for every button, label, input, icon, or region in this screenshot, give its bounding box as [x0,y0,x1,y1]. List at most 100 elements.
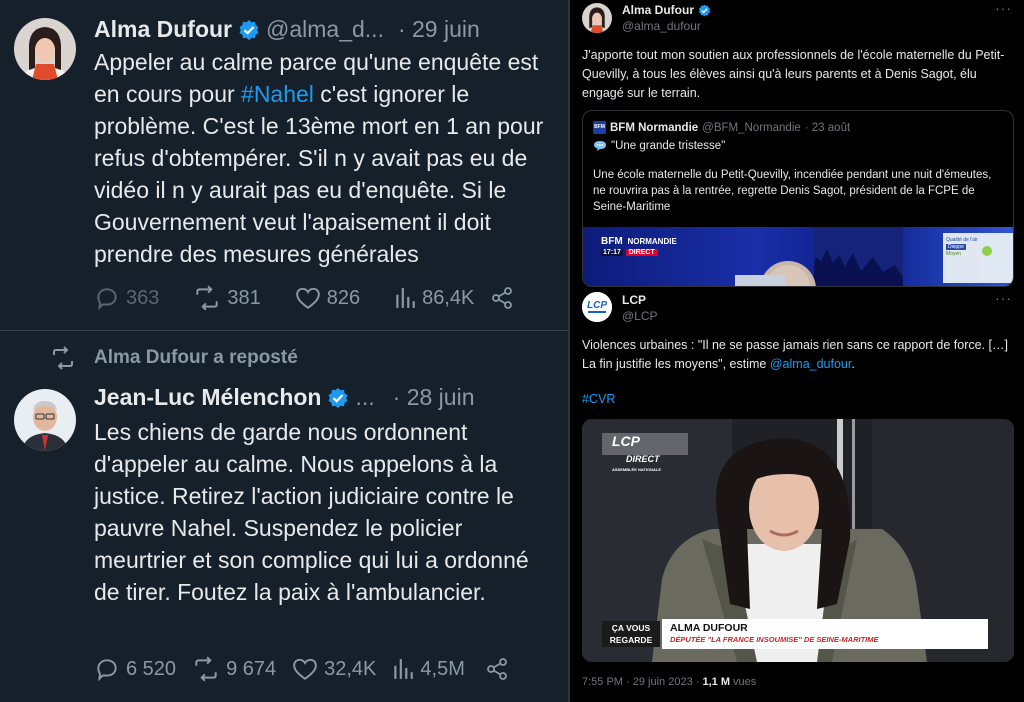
speech-bubble-icon [594,141,606,151]
reply-icon [97,288,117,311]
lcp-text-part: . [851,357,855,371]
quote-header: BFM BFM Normandie @BFM_Normandie · 23 ao… [593,121,850,134]
lcp-avatar[interactable]: LCP [582,292,612,322]
bfm-logo-text: BFM [594,124,605,130]
hashtag-link[interactable]: #Nahel [241,81,314,107]
banner-region: NORMANDIE [627,237,677,246]
tweet-text: J'apporte tout mon soutien aux professio… [582,48,1005,100]
bar-chart-icon [394,659,414,679]
quote-author-handle[interactable]: @BFM_Normandie [702,122,801,134]
avatar[interactable] [582,3,612,33]
lcp-logo-text: LCP [587,300,607,311]
bfm-logo-icon: BFM [593,121,606,134]
tweet-actions: 6 520 9 674 32,4K 4,5M [94,654,534,684]
avatar[interactable] [14,18,76,80]
reply-button[interactable]: 6 520 [94,656,176,682]
quoted-tweet-bfm[interactable]: BFM BFM Normandie @BFM_Normandie · 23 ao… [582,110,1014,287]
repost-icon [196,285,219,311]
tweet-header: Jean-Luc Mélenchon ... · 28 juin [94,384,474,411]
repost-button[interactable]: 9 674 [192,656,276,682]
guest-name: ALMA DUFOUR [670,622,748,634]
quote-media-image[interactable]: BFM NORMANDIE 17:17 DIRECT Qualité de l'… [583,227,1013,286]
reply-button[interactable]: 363 [94,285,159,311]
author-name[interactable]: Alma Dufour [94,16,232,43]
views-button[interactable]: 86,4K [394,286,474,310]
like-count: 826 [326,286,361,309]
banner-bfm: BFM [601,236,623,247]
video-logo-sub: ASSEMBLÉE NATIONALE [612,467,662,472]
repost-icon [195,656,217,682]
like-count: 32,4K [324,657,377,680]
like-button[interactable]: 826 [295,286,360,310]
quote-headline: "Une grande tristesse" [593,140,725,152]
bar-chart-icon [396,288,415,308]
lcp-video-logo: LCP DIRECT ASSEMBLÉE NATIONALE [602,433,688,472]
views-count: 1,1 M [702,676,730,688]
author-name[interactable]: Alma Dufour [622,3,694,17]
heart-icon [295,287,320,309]
show-badge: ÇA VOUS REGARDE [602,621,660,647]
mention-link[interactable]: @alma_dufour [770,357,852,371]
lower-third: ÇA VOUS REGARDE ALMA DUFOUR DÉPUTÉE "LA … [602,619,988,649]
show-name-2: REGARDE [609,635,653,645]
tweet-alma-dufour[interactable]: Alma Dufour @alma_d... · 29 juin Appeler… [0,0,568,330]
quote-date[interactable]: · 23 août [805,122,850,134]
tweet-melenchon[interactable]: Jean-Luc Mélenchon ... · 28 juin Les chi… [0,370,568,702]
tweet-date[interactable]: · 28 juin [393,384,475,411]
avatar[interactable] [14,389,76,451]
left-timeline-panel: Alma Dufour @alma_d... · 29 juin Appeler… [0,0,568,702]
bfm-banner: BFM NORMANDIE 17:17 DIRECT [601,237,677,258]
air-quality-city: Dieppe [946,244,966,250]
reply-count: 363 [126,286,160,309]
author-handle[interactable]: @alma_d... [266,16,384,43]
video-player[interactable]: LCP DIRECT ASSEMBLÉE NATIONALE ÇA VOUS R… [582,419,1014,662]
show-name-1: ÇA VOUS [611,623,651,633]
repost-count: 9 674 [226,657,277,680]
verified-badge-icon [698,4,711,16]
banner-direct: DIRECT [625,249,658,256]
share-icon[interactable] [485,657,509,681]
tweet-actions: 363 381 826 86,4K [94,283,534,313]
lcp-handle[interactable]: @LCP [622,309,658,323]
repost-indicator[interactable]: Alma Dufour a reposté [50,346,298,370]
name-plate: ALMA DUFOUR DÉPUTÉE "LA FRANCE INSOUMISE… [662,619,988,649]
author-name[interactable]: Jean-Luc Mélenchon [94,384,321,411]
author-name-row: Alma Dufour [622,3,711,17]
right-tweet-panel: Alma Dufour @alma_dufour ··· J'apporte t… [570,0,1024,702]
views-button[interactable]: 4,5M [392,657,465,681]
verified-badge-icon [239,19,259,40]
video-direct-label: DIRECT [626,454,660,464]
tweet-date[interactable]: · 29 juin [398,16,480,43]
air-quality-widget: Qualité de l'air Dieppe Moyen [946,237,978,258]
repost-label: Alma Dufour a reposté [94,347,298,368]
repost-count: 381 [227,286,261,309]
verified-badge-icon [328,387,348,408]
repost-icon [53,346,73,370]
views-count: 86,4K [422,286,475,309]
lcp-text: Violences urbaines : "Il ne se passe jam… [582,336,1012,374]
lcp-name[interactable]: LCP [622,293,646,307]
reply-count: 6 520 [126,657,177,680]
quote-text: Une école maternelle du Petit-Quevilly, … [593,169,992,213]
heart-icon [293,658,317,680]
tweet-footer: 7:55 PM · 29 juin 2023 · 1,1 M vues [582,676,756,688]
hashtag-link[interactable]: #CVR [582,390,1012,409]
share-icon[interactable] [490,286,514,310]
reply-icon [97,659,117,682]
like-button[interactable]: 32,4K [292,657,376,681]
author-handle[interactable]: @alma_dufour [622,19,701,33]
guest-title: DÉPUTÉE "LA FRANCE INSOUMISE" DE SEINE-M… [670,635,879,644]
repost-button[interactable]: 381 [193,285,261,311]
tweet-text: Appeler au calme parce qu'une enquête es… [94,46,554,270]
more-options-icon[interactable]: ··· [995,0,1012,16]
tweet-timestamp[interactable]: 7:55 PM · 29 juin 2023 · [582,676,702,688]
views-count: 4,5M [420,657,465,680]
divider [0,330,568,331]
quote-author-name[interactable]: BFM Normandie [610,122,698,134]
banner-time: 17:17 [601,249,623,256]
video-logo-text: LCP [612,433,640,449]
author-handle[interactable]: ... [355,384,374,411]
air-quality-label: Qualité de l'air [946,237,978,243]
air-quality-status: Moyen [946,251,962,257]
more-options-icon[interactable]: ··· [995,290,1012,306]
